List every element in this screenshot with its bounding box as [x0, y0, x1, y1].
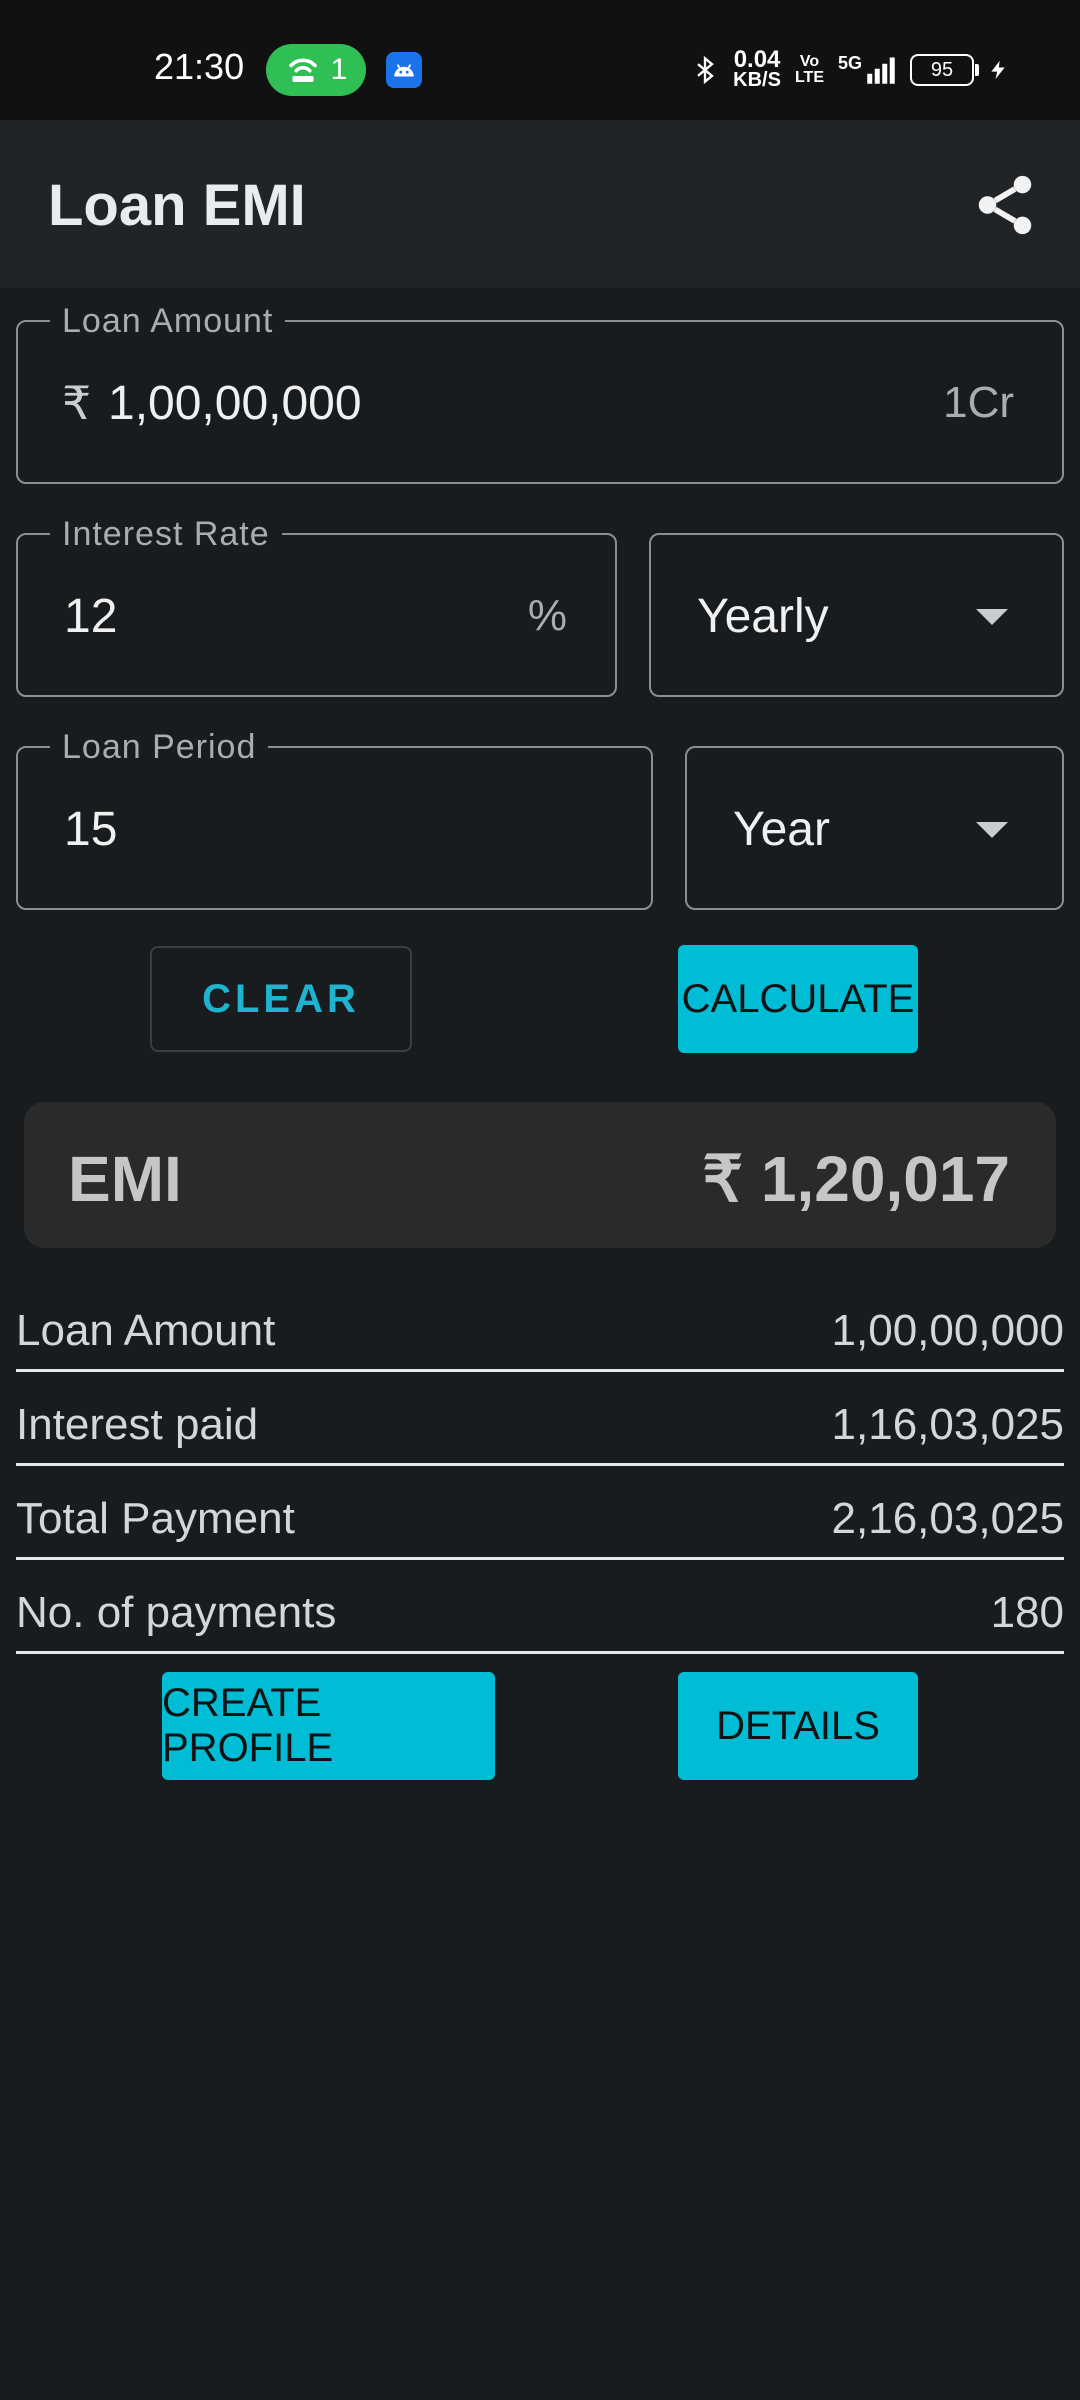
loan-amount-label: Loan Amount	[50, 302, 286, 341]
period-unit-dropdown[interactable]: Year	[685, 746, 1064, 910]
loan-period-input[interactable]: 15	[64, 802, 117, 857]
network-speed: 0.04 KB/S	[733, 46, 781, 91]
emi-label: EMI	[68, 1143, 182, 1215]
bluetooth-icon	[697, 55, 714, 85]
interest-period-dropdown[interactable]: Yearly	[649, 533, 1064, 697]
loan-amount-field[interactable]: Loan Amount ₹ 1,00,00,000 1Cr	[16, 302, 1064, 484]
page-title: Loan EMI	[48, 173, 306, 238]
summary-label: No. of payments	[16, 1588, 337, 1637]
summary-value: 180	[990, 1588, 1064, 1637]
hotspot-count: 1	[330, 53, 348, 86]
clear-button[interactable]: CLEAR	[150, 946, 412, 1052]
interest-period-value: Yearly	[697, 590, 829, 643]
interest-rate-label: Interest Rate	[50, 515, 282, 554]
summary-value: 1,16,03,025	[831, 1400, 1064, 1449]
rupee-prefix: ₹	[62, 377, 92, 429]
dropdown-arrow-icon	[976, 822, 1008, 838]
summary-row-interest-paid: Interest paid 1,16,03,025	[16, 1374, 1064, 1466]
summary-row-payments-count: No. of payments 180	[16, 1562, 1064, 1654]
loan-amount-input[interactable]: 1,00,00,000	[108, 376, 362, 431]
interest-rate-field[interactable]: Interest Rate 12 %	[16, 515, 617, 697]
summary-value: 2,16,03,025	[831, 1494, 1064, 1543]
percent-suffix: %	[527, 591, 567, 640]
create-profile-button[interactable]: CREATE PROFILE	[162, 1672, 495, 1780]
hotspot-icon	[288, 58, 317, 82]
dropdown-arrow-icon	[976, 609, 1008, 625]
emi-result-card: EMI ₹ 1,20,017	[24, 1102, 1056, 1248]
loan-period-label: Loan Period	[50, 728, 269, 767]
share-icon[interactable]	[970, 170, 1040, 240]
battery-icon: 95	[910, 54, 979, 86]
volte-indicator: Vo LTE	[794, 53, 824, 86]
details-button[interactable]: DETAILS	[678, 1672, 918, 1780]
android-app-icon	[386, 52, 422, 88]
summary-row-total-payment: Total Payment 2,16,03,025	[16, 1468, 1064, 1560]
app-bar: Loan EMI	[0, 120, 1080, 288]
charging-icon	[991, 60, 1005, 80]
status-bar: 21:30 1 0.04 KB/S Vo LTE 5G 95	[0, 0, 1080, 120]
emi-value: ₹ 1,20,017	[702, 1143, 1010, 1215]
calculate-button[interactable]: CALCULATE	[678, 945, 918, 1053]
loan-amount-words: 1Cr	[943, 378, 1014, 427]
network-type: 5G	[837, 53, 862, 73]
signal-icon: 5G	[838, 53, 896, 87]
period-unit-value: Year	[733, 803, 830, 856]
status-time: 21:30	[154, 46, 245, 87]
status-right-group: 0.04 KB/S Vo LTE 5G 95	[691, 46, 1008, 94]
interest-rate-input[interactable]: 12	[64, 589, 117, 644]
summary-label: Interest paid	[16, 1400, 259, 1449]
summary-row-loan-amount: Loan Amount 1,00,00,000	[16, 1280, 1064, 1372]
summary-value: 1,00,00,000	[831, 1306, 1064, 1355]
loan-period-field[interactable]: Loan Period 15	[16, 728, 653, 910]
hotspot-indicator[interactable]: 1	[266, 44, 366, 96]
summary-label: Loan Amount	[16, 1306, 276, 1355]
battery-level: 95	[930, 58, 954, 81]
summary-label: Total Payment	[16, 1494, 295, 1543]
